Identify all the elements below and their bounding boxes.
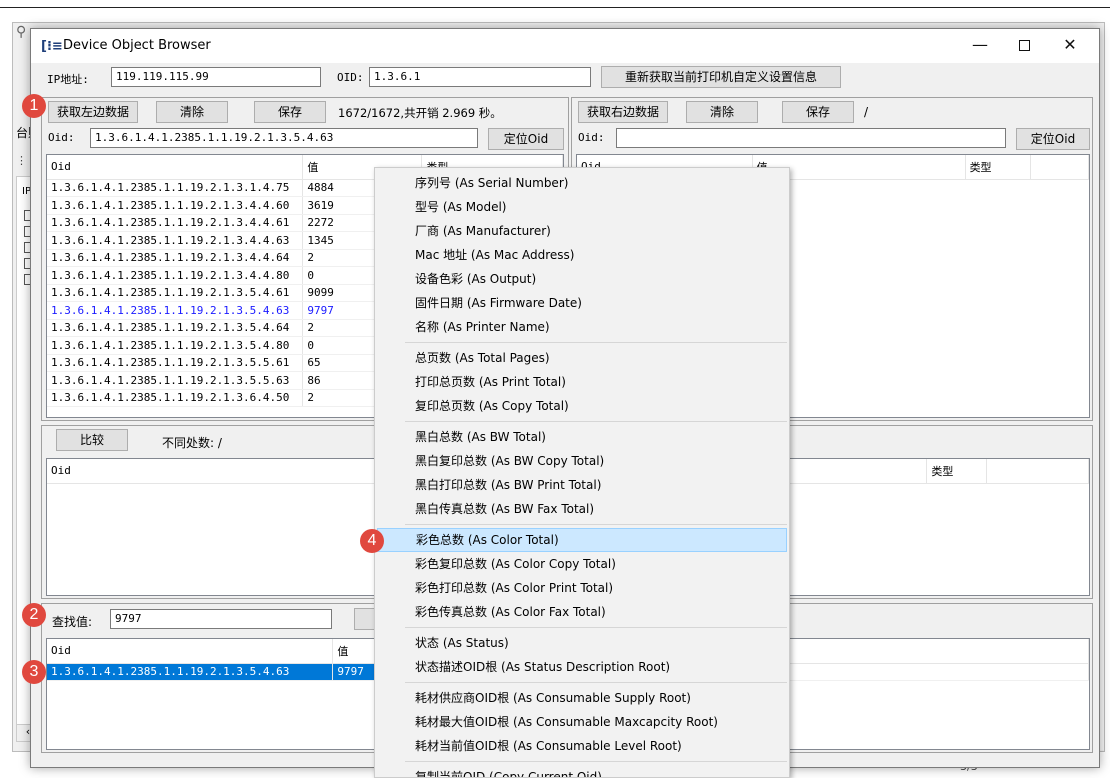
clear-left-button[interactable]: 清除	[156, 101, 228, 123]
menu-item[interactable]: 总页数 (As Total Pages)	[377, 346, 787, 370]
menu-separator	[405, 761, 787, 762]
menu-separator	[405, 342, 787, 343]
ip-address-field[interactable]: 119.119.115.99	[111, 67, 321, 87]
menu-item[interactable]: 彩色复印总数 (As Color Copy Total)	[377, 552, 787, 576]
menu-item[interactable]: 状态 (As Status)	[377, 631, 787, 655]
oid-field[interactable]: 1.3.6.1	[369, 67, 591, 87]
callout-badge-2: 2	[22, 603, 46, 627]
menu-item[interactable]: 名称 (As Printer Name)	[377, 315, 787, 339]
callout-badge-1: 1	[22, 94, 46, 118]
result-oid-cell: 1.3.6.1.4.1.2385.1.1.19.2.1.3.5.4.63	[47, 663, 334, 681]
left-oid-label: Oid:	[48, 131, 75, 144]
minimize-button[interactable]: —	[957, 29, 1003, 61]
maximize-button[interactable]	[1001, 29, 1047, 61]
menu-item[interactable]: 复印总页数 (As Copy Total)	[377, 394, 787, 418]
diff-count-label: 不同处数: /	[162, 436, 222, 450]
menu-item[interactable]: 打印总页数 (As Print Total)	[377, 370, 787, 394]
cell-oid: 1.3.6.1.4.1.2385.1.1.19.2.1.3.4.4.63	[47, 231, 304, 250]
menu-item[interactable]: 耗材最大值OID根 (As Consumable Maxcapcity Root…	[377, 710, 787, 734]
fetch-right-data-button[interactable]: 获取右边数据	[578, 101, 668, 123]
menu-separator	[405, 627, 787, 628]
menu-item[interactable]: 彩色打印总数 (As Color Print Total)	[377, 576, 787, 600]
top-border	[0, 7, 1110, 8]
left-oid-input[interactable]: 1.3.6.1.4.1.2385.1.1.19.2.1.3.5.4.63	[90, 128, 478, 148]
menu-separator	[405, 682, 787, 683]
oid-label: OID:	[337, 71, 364, 84]
ip-label: IP地址:	[47, 73, 89, 86]
menu-item[interactable]: 型号 (As Model)	[377, 195, 787, 219]
right-status-text: /	[864, 105, 869, 119]
column-header-oid[interactable]: Oid	[47, 639, 334, 664]
menu-item[interactable]: 彩色总数 (As Color Total)	[377, 528, 787, 552]
cell-oid: 1.3.6.1.4.1.2385.1.1.19.2.1.3.5.5.63	[47, 371, 304, 390]
cell-oid: 1.3.6.1.4.1.2385.1.1.19.2.1.3.4.4.64	[47, 249, 304, 267]
cell-oid: 1.3.6.1.4.1.2385.1.1.19.2.1.3.4.4.60	[47, 196, 304, 215]
cell-oid: 1.3.6.1.4.1.2385.1.1.19.2.1.3.4.4.80	[47, 266, 304, 285]
cell-oid: 1.3.6.1.4.1.2385.1.1.19.2.1.3.1.4.75	[47, 179, 304, 197]
left-locate-oid-button[interactable]: 定位Oid	[488, 128, 564, 150]
menu-item[interactable]: 复制当前OID (Copy Current Oid)	[377, 765, 787, 777]
callout-badge-4: 4	[360, 529, 384, 553]
menu-separator	[405, 421, 787, 422]
menu-item[interactable]: 黑白传真总数 (As BW Fax Total)	[377, 497, 787, 521]
menu-item[interactable]: Mac 地址 (As Mac Address)	[377, 243, 787, 267]
search-icon[interactable]: ⚲	[16, 24, 26, 40]
column-header-empty	[986, 459, 1089, 484]
menu-item[interactable]: 耗材供应商OID根 (As Consumable Supply Root)	[377, 686, 787, 710]
cell-oid: 1.3.6.1.4.1.2385.1.1.19.2.1.3.5.4.64	[47, 319, 304, 337]
list-icon: [⁝≡	[41, 39, 63, 54]
refresh-settings-button[interactable]: 重新获取当前打印机自定义设置信息	[601, 66, 841, 88]
menu-item[interactable]: 状态描述OID根 (As Status Description Root)	[377, 655, 787, 679]
right-oid-label: Oid:	[578, 131, 605, 144]
right-locate-oid-button[interactable]: 定位Oid	[1016, 128, 1090, 150]
left-status-text: 1672/1672,共开销 2.969 秒。	[338, 106, 502, 120]
menu-item[interactable]: 序列号 (As Serial Number)	[377, 171, 787, 195]
menu-separator	[405, 524, 787, 525]
column-header-empty	[1030, 155, 1089, 180]
column-header-type[interactable]: 类型	[926, 459, 988, 484]
menu-item[interactable]: 黑白打印总数 (As BW Print Total)	[377, 473, 787, 497]
cell-oid: 1.3.6.1.4.1.2385.1.1.19.2.1.3.5.4.80	[47, 336, 304, 355]
fetch-left-data-button[interactable]: 获取左边数据	[48, 101, 138, 123]
cell-oid: 1.3.6.1.4.1.2385.1.1.19.2.1.3.5.5.61	[47, 354, 304, 372]
menu-item[interactable]: 固件日期 (As Firmware Date)	[377, 291, 787, 315]
cell-oid: 1.3.6.1.4.1.2385.1.1.19.2.1.3.5.4.63	[47, 301, 304, 320]
maximize-icon	[1018, 40, 1030, 51]
menu-item[interactable]: 设备色彩 (As Output)	[377, 267, 787, 291]
menu-item[interactable]: 耗材当前值OID根 (As Consumable Level Root)	[377, 734, 787, 758]
clear-right-button[interactable]: 清除	[686, 101, 758, 123]
compare-button[interactable]: 比较	[56, 429, 128, 451]
search-value-input[interactable]: 9797	[110, 609, 332, 629]
right-oid-input[interactable]	[616, 128, 1006, 148]
menu-item[interactable]: 厂商 (As Manufacturer)	[377, 219, 787, 243]
menu-item[interactable]: 黑白总数 (As BW Total)	[377, 425, 787, 449]
search-value-label: 查找值:	[52, 615, 93, 629]
cell-oid: 1.3.6.1.4.1.2385.1.1.19.2.1.3.5.4.61	[47, 284, 304, 302]
callout-badge-3: 3	[22, 660, 46, 684]
save-right-button[interactable]: 保存	[782, 101, 854, 123]
cell-oid: 1.3.6.1.4.1.2385.1.1.19.2.1.3.4.4.61	[47, 214, 304, 232]
close-button[interactable]: ✕	[1047, 29, 1093, 61]
cell-oid: 1.3.6.1.4.1.2385.1.1.19.2.1.3.6.4.50	[47, 389, 304, 407]
save-left-button[interactable]: 保存	[254, 101, 326, 123]
column-header-type[interactable]: 类型	[965, 155, 1032, 180]
title-bar[interactable]: [⁝≡ Device Object Browser — ✕	[31, 29, 1099, 63]
column-header-oid[interactable]: Oid	[47, 155, 304, 180]
menu-item[interactable]: 彩色传真总数 (As Color Fax Total)	[377, 600, 787, 624]
window-title: Device Object Browser	[63, 38, 211, 53]
menu-item[interactable]: 黑白复印总数 (As BW Copy Total)	[377, 449, 787, 473]
context-menu: 序列号 (As Serial Number) 型号 (As Model) 厂商 (A…	[374, 167, 790, 778]
